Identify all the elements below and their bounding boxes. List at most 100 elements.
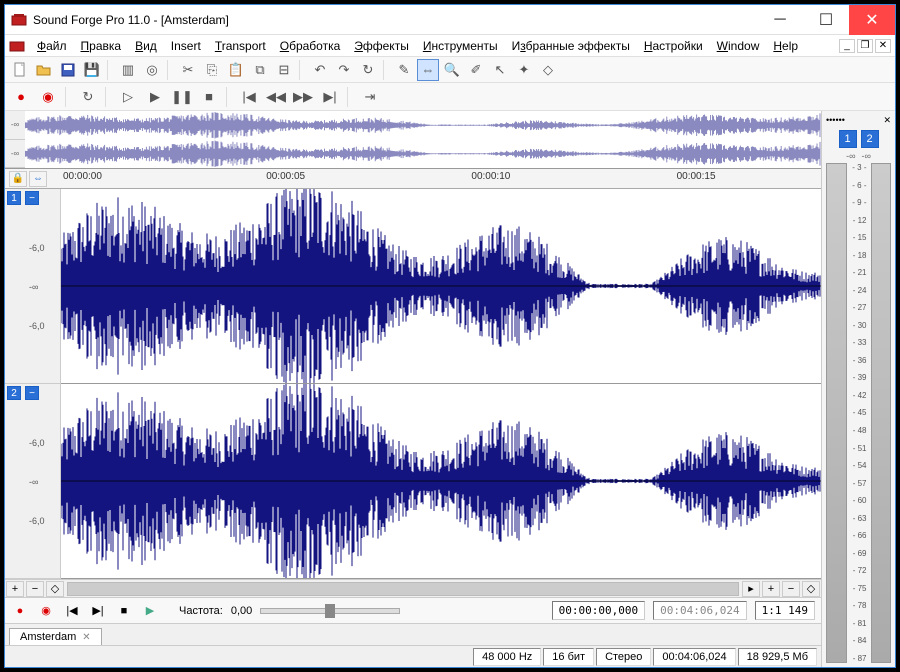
menu-window[interactable]: Window: [711, 37, 766, 55]
hzoom-in[interactable]: +: [762, 581, 780, 597]
mdi-close[interactable]: ✕: [875, 39, 891, 53]
new-button[interactable]: [9, 59, 31, 81]
ruler-tick: 00:00:10: [471, 171, 510, 182]
ruler-tick: 00:00:05: [266, 171, 305, 182]
goto-end-button[interactable]: ▶|: [318, 85, 342, 109]
zoom-tool[interactable]: 🔍: [441, 59, 463, 81]
meter-close-icon[interactable]: ✕: [883, 115, 891, 126]
minimize-button[interactable]: ─: [757, 5, 803, 35]
record-button[interactable]: ●: [9, 85, 33, 109]
play-button[interactable]: ▶: [143, 85, 167, 109]
loop-button[interactable]: ↻: [76, 85, 100, 109]
magnify-tool[interactable]: ⇔: [417, 59, 439, 81]
track-label-1: 1 − -6,0 -∞ -6,0: [5, 189, 60, 384]
overview-panel[interactable]: -∞ -∞: [5, 111, 821, 169]
menu-help[interactable]: Help: [767, 37, 804, 55]
track-waveforms[interactable]: [61, 189, 821, 579]
bb-stop[interactable]: ■: [115, 602, 133, 620]
menu-transport[interactable]: Transport: [209, 37, 272, 55]
content-area: -∞ -∞: [5, 111, 895, 667]
undo-button[interactable]: ↶: [309, 59, 331, 81]
publish-button[interactable]: ◎: [141, 59, 163, 81]
time-ruler[interactable]: 00:00:00 00:00:05 00:00:10 00:00:15: [61, 169, 821, 188]
tab-close-icon[interactable]: ✕: [82, 632, 90, 643]
lock-button[interactable]: 🔒: [9, 171, 27, 187]
channel-minimize-2[interactable]: −: [25, 386, 39, 400]
saveas-button[interactable]: 💾: [81, 59, 103, 81]
track-labels: 1 − -6,0 -∞ -6,0 2 − -6,0 -∞ -6,0: [5, 189, 61, 579]
cursor-tool[interactable]: ◇: [537, 59, 559, 81]
status-memory: 18 929,5 Мб: [738, 648, 817, 666]
repeat-button[interactable]: ↻: [357, 59, 379, 81]
vzoom-out[interactable]: −: [26, 581, 44, 597]
meter-ch2[interactable]: 2: [861, 130, 879, 148]
event-tool[interactable]: ↖: [489, 59, 511, 81]
scroll-thumb[interactable]: [68, 583, 738, 595]
scroll-button[interactable]: ⇔: [29, 171, 47, 187]
bb-arm[interactable]: ◉: [37, 602, 55, 620]
menu-process[interactable]: Обработка: [274, 37, 347, 55]
menu-favorites[interactable]: Избранные эффекты: [506, 37, 636, 55]
hzoom-fit[interactable]: ◇: [802, 581, 820, 597]
meter-ch1[interactable]: 1: [839, 130, 857, 148]
forward-button[interactable]: ▶▶: [291, 85, 315, 109]
mix-button[interactable]: ⧉: [249, 59, 271, 81]
menu-effects[interactable]: Эффекты: [348, 37, 415, 55]
time-position[interactable]: 00:00:00,000: [552, 601, 645, 620]
scroll-right[interactable]: ▸: [742, 581, 760, 597]
zoom-ratio[interactable]: 1:1 149: [755, 601, 815, 620]
open-button[interactable]: [33, 59, 55, 81]
time-end[interactable]: 00:04:06,024: [653, 601, 746, 620]
db-label: -6,0: [29, 516, 45, 526]
goto-next-button[interactable]: ⇥: [358, 85, 382, 109]
paste-button[interactable]: 📋: [225, 59, 247, 81]
stop-button[interactable]: ■: [197, 85, 221, 109]
render-button[interactable]: ▥: [117, 59, 139, 81]
channel-minimize-1[interactable]: −: [25, 191, 39, 205]
pencil-tool[interactable]: ✐: [465, 59, 487, 81]
menu-insert[interactable]: Insert: [165, 37, 207, 55]
overview-waveform[interactable]: [25, 111, 821, 168]
menu-file[interactable]: Файл: [31, 37, 73, 55]
menu-view[interactable]: Вид: [129, 37, 163, 55]
hzoom-out[interactable]: −: [782, 581, 800, 597]
play-all-button[interactable]: ▷: [116, 85, 140, 109]
menu-settings[interactable]: Настройки: [638, 37, 709, 55]
menu-tools[interactable]: Инструменты: [417, 37, 504, 55]
menu-edit[interactable]: Правка: [75, 37, 128, 55]
redo-button[interactable]: ↷: [333, 59, 355, 81]
waveform-ch2[interactable]: [61, 384, 821, 579]
scrollbar[interactable]: [67, 582, 739, 596]
titlebar: Sound Forge Pro 11.0 - [Amsterdam] ─ ☐ ✕: [5, 5, 895, 35]
trim-button[interactable]: ⊟: [273, 59, 295, 81]
save-button[interactable]: [57, 59, 79, 81]
mdi-controls: _ ❐ ✕: [839, 39, 891, 53]
channel-badge-1[interactable]: 1: [7, 191, 21, 205]
mdi-restore[interactable]: ❐: [857, 39, 873, 53]
slider-thumb[interactable]: [325, 604, 335, 618]
cut-button[interactable]: ✂: [177, 59, 199, 81]
mdi-minimize[interactable]: _: [839, 39, 855, 53]
pause-button[interactable]: ❚❚: [170, 85, 194, 109]
goto-start-button[interactable]: |◀: [237, 85, 261, 109]
maximize-button[interactable]: ☐: [803, 5, 849, 35]
waveform-ch1[interactable]: [61, 189, 821, 384]
bb-record[interactable]: ●: [11, 602, 29, 620]
tracks-area: 1 − -6,0 -∞ -6,0 2 − -6,0 -∞ -6,0: [5, 189, 821, 579]
rewind-button[interactable]: ◀◀: [264, 85, 288, 109]
tab-amsterdam[interactable]: Amsterdam ✕: [9, 628, 102, 645]
rate-slider[interactable]: [260, 608, 400, 614]
vzoom-in[interactable]: +: [6, 581, 24, 597]
bb-end[interactable]: ▶|: [89, 602, 107, 620]
vzoom-fit[interactable]: ◇: [46, 581, 64, 597]
copy-button[interactable]: ⎘: [201, 59, 223, 81]
close-button[interactable]: ✕: [849, 5, 895, 35]
meter-grip[interactable]: ••••••: [826, 115, 845, 125]
bb-play[interactable]: ▶: [141, 602, 159, 620]
bb-start[interactable]: |◀: [63, 602, 81, 620]
arm-record-button[interactable]: ◉: [36, 85, 60, 109]
edit-tool[interactable]: ✎: [393, 59, 415, 81]
channel-badge-2[interactable]: 2: [7, 386, 21, 400]
envelope-tool[interactable]: ✦: [513, 59, 535, 81]
meter-peak1: -∞: [846, 151, 855, 161]
